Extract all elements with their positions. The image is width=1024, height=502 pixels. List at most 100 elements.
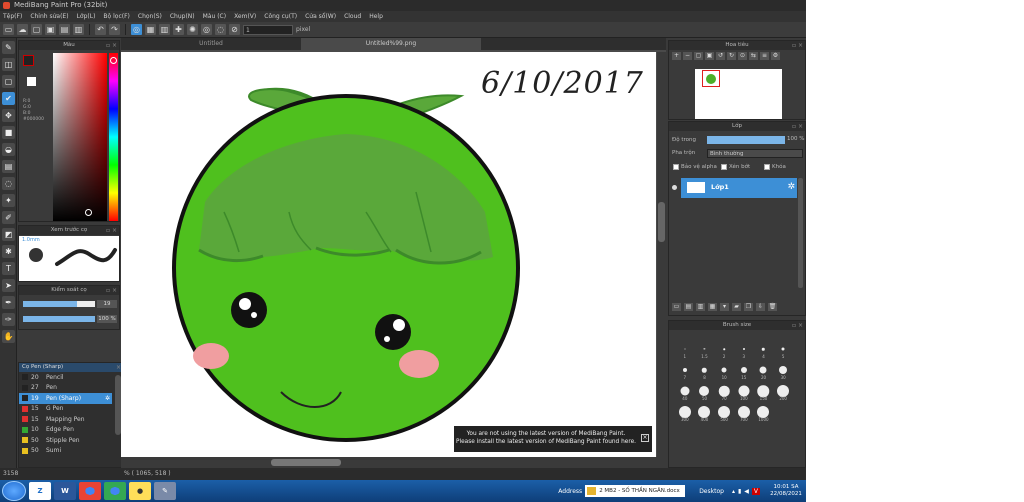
menu-select[interactable]: Chọn(S) xyxy=(138,11,162,22)
brush-size-option[interactable]: 1000 xyxy=(754,404,774,422)
address-field[interactable]: 2 MB2 - SỐ THẦN NGÂN.docx xyxy=(585,485,686,497)
background-color-swatch[interactable] xyxy=(27,77,36,86)
delete-layer-icon[interactable]: 🗑 xyxy=(768,303,777,311)
word-icon[interactable]: W xyxy=(54,482,76,500)
fit-icon[interactable]: ▢ xyxy=(694,52,703,60)
snap-parallel-icon[interactable]: ▥ xyxy=(159,24,170,35)
brush-item[interactable]: 15 Mapping Pen xyxy=(19,414,112,425)
duplicate-layer-icon[interactable]: ❐ xyxy=(744,303,753,311)
lock-checkbox[interactable]: Khóa xyxy=(764,164,786,170)
nav-menu-icon[interactable]: ≡ xyxy=(760,52,769,60)
chrome-icon[interactable] xyxy=(79,482,101,500)
language-icon[interactable]: V xyxy=(751,487,760,495)
brush-opacity-slider[interactable] xyxy=(23,316,95,322)
eyedropper-icon[interactable]: ✒ xyxy=(2,296,15,309)
grid-icon[interactable]: ▦ xyxy=(145,24,156,35)
navigator-thumbnail[interactable] xyxy=(695,69,782,119)
brush-size-option[interactable]: 700 xyxy=(734,404,754,422)
sv-cursor[interactable] xyxy=(85,209,92,216)
layer-item[interactable]: Lớp1 ✲ xyxy=(681,178,797,198)
menu-snap[interactable]: Chụp(N) xyxy=(170,11,195,22)
drawing-canvas[interactable]: 6/10/2017 xyxy=(121,52,656,457)
brush-size-option[interactable]: 4 xyxy=(754,341,774,359)
brush-size-option[interactable]: 500 xyxy=(714,404,734,422)
check-icon[interactable]: ✔ xyxy=(2,92,15,105)
zoom-out-icon[interactable]: − xyxy=(683,52,692,60)
brush-size-option[interactable]: 400 xyxy=(695,404,715,422)
brush-size-option[interactable]: 1 xyxy=(675,341,695,359)
merge-layer-icon[interactable]: ⇩ xyxy=(756,303,765,311)
brush-item[interactable]: 19 Pen (Sharp) ✲ xyxy=(19,393,112,404)
canvas-vertical-scrollbar[interactable] xyxy=(657,52,666,457)
menu-tools[interactable]: Công cụ(T) xyxy=(264,11,297,22)
brush-item[interactable]: 50 Stipple Pen xyxy=(19,435,112,446)
foreground-color-swatch[interactable] xyxy=(23,55,34,66)
add-layer-menu-icon[interactable]: ▾ xyxy=(720,303,729,311)
tray-arrow-icon[interactable]: ▴ xyxy=(732,488,735,495)
menu-cloud[interactable]: Cloud xyxy=(344,11,361,22)
brush-opacity-value[interactable]: 100 % xyxy=(97,315,117,323)
folder-icon[interactable]: ▰ xyxy=(732,303,741,311)
new-8bit-layer-icon[interactable]: ▥ xyxy=(696,303,705,311)
brush-item[interactable]: 15 G Pen xyxy=(19,404,112,415)
layer-settings-icon[interactable]: ✲ xyxy=(787,182,795,192)
layer-opacity-slider[interactable] xyxy=(707,136,785,144)
nav-settings-icon[interactable]: ⚙ xyxy=(771,52,780,60)
menu-layer[interactable]: Lớp(L) xyxy=(77,11,96,22)
export-icon[interactable]: ▥ xyxy=(73,24,84,35)
snap-focus-icon[interactable]: ✺ xyxy=(187,24,198,35)
text-icon[interactable]: T xyxy=(2,262,15,275)
protect-alpha-checkbox[interactable]: Bảo vệ alpha xyxy=(673,164,717,170)
brush-item[interactable]: 50 Sumi xyxy=(19,446,112,457)
menu-filter[interactable]: Bộ lọc(F) xyxy=(103,11,129,22)
new-layer-icon[interactable]: ▭ xyxy=(672,303,681,311)
snap-circle-icon[interactable]: ◎ xyxy=(201,24,212,35)
brush-size-option[interactable]: 3 xyxy=(734,341,754,359)
volume-icon[interactable]: ◀ xyxy=(744,488,749,495)
desktop-label[interactable]: Desktop xyxy=(699,488,724,495)
brush-size-option[interactable]: 40 xyxy=(675,383,695,401)
tool-app-icon[interactable]: ✎ xyxy=(154,482,176,500)
start-button[interactable] xyxy=(2,481,26,501)
pen-tool-icon[interactable]: ✑ xyxy=(2,313,15,326)
hue-cursor[interactable] xyxy=(110,57,117,64)
menu-window[interactable]: Cửa sổ(W) xyxy=(305,11,336,22)
menu-view[interactable]: Xem(V) xyxy=(234,11,256,22)
brush-icon[interactable]: ✎ xyxy=(2,41,15,54)
menu-file[interactable]: Tệp(F) xyxy=(3,11,22,22)
brush-size-option[interactable]: 150 xyxy=(754,383,774,401)
magic-wand-icon[interactable]: ✦ xyxy=(2,194,15,207)
brush-size-slider[interactable] xyxy=(23,301,95,307)
actual-size-icon[interactable]: ▣ xyxy=(705,52,714,60)
brush-size-option[interactable]: 300 xyxy=(675,404,695,422)
bucket-icon[interactable]: ◒ xyxy=(2,143,15,156)
menu-edit[interactable]: Chỉnh sửa(E) xyxy=(30,11,68,22)
rotate-left-icon[interactable]: ↺ xyxy=(716,52,725,60)
antialias-icon[interactable]: ◎ xyxy=(131,24,142,35)
new-file-icon[interactable]: ▭ xyxy=(3,24,14,35)
brush-settings-icon[interactable]: ✲ xyxy=(105,395,110,402)
brush-item[interactable]: 10 Edge Pen xyxy=(19,425,112,436)
hue-slider[interactable] xyxy=(109,53,118,221)
snap-curve-icon[interactable]: ◌ xyxy=(215,24,226,35)
brush-size-option[interactable]: 2 xyxy=(714,341,734,359)
redo-icon[interactable]: ↷ xyxy=(109,24,120,35)
update-notice[interactable]: You are not using the latest version of … xyxy=(454,426,652,452)
new-1bit-layer-icon[interactable]: ▦ xyxy=(708,303,717,311)
brush-item[interactable]: 20 Pencil xyxy=(19,372,112,383)
brush-size-option[interactable]: 15 xyxy=(734,362,754,380)
snap-cross-icon[interactable]: ✚ xyxy=(173,24,184,35)
save-icon[interactable]: ▣ xyxy=(45,24,56,35)
gradient-icon[interactable]: ▤ xyxy=(2,160,15,173)
brush-size-option[interactable]: 5 xyxy=(773,341,793,359)
paint-app-icon[interactable]: ● xyxy=(129,482,151,500)
snap-off-icon[interactable]: ⊘ xyxy=(229,24,240,35)
stamp-icon[interactable]: ✱ xyxy=(2,245,15,258)
canvas-horizontal-scrollbar[interactable] xyxy=(121,457,666,468)
comment-icon[interactable]: ▢ xyxy=(31,24,42,35)
flip-icon[interactable]: ⇆ xyxy=(749,52,758,60)
chrome-alt-icon[interactable] xyxy=(104,482,126,500)
undo-icon[interactable]: ↶ xyxy=(95,24,106,35)
select-eraser-icon[interactable]: ◩ xyxy=(2,228,15,241)
brush-size-option[interactable]: 30 xyxy=(773,362,793,380)
